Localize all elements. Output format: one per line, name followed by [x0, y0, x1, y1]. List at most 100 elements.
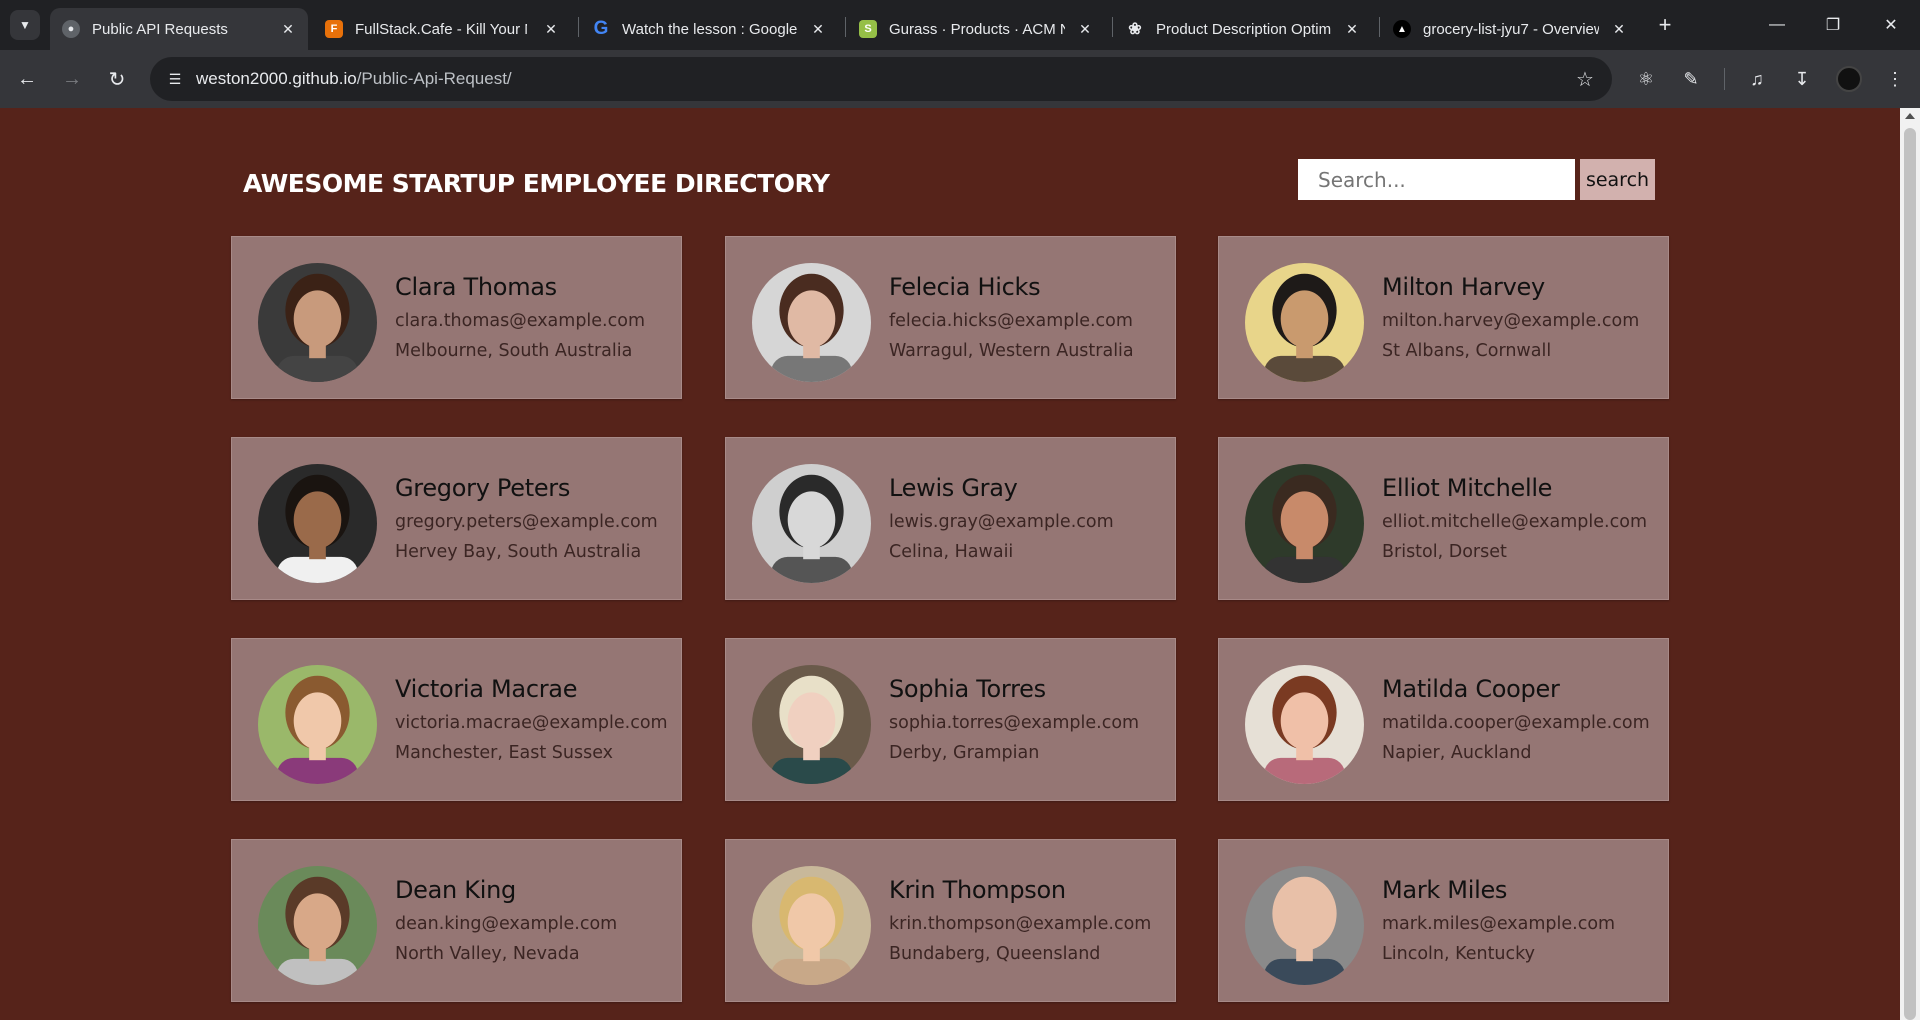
employee-email: felecia.hicks@example.com	[889, 311, 1133, 331]
avatar-shoulders	[771, 355, 852, 382]
fullstack-cafe-icon: F	[325, 20, 343, 38]
reload-icon: ↻	[108, 68, 126, 91]
download-icon[interactable]: ↧	[1787, 64, 1817, 94]
search-input[interactable]	[1298, 159, 1575, 200]
url-text[interactable]: weston2000.github.io/Public-Api-Request/	[196, 69, 512, 89]
employee-email: lewis.gray@example.com	[889, 512, 1114, 532]
tab-watch-the-lesson[interactable]: G Watch the lesson : Google ✕	[580, 8, 838, 50]
new-tab-button[interactable]: +	[1651, 11, 1679, 39]
more-menu-icon[interactable]: ⋮	[1880, 64, 1910, 94]
employee-card[interactable]: Krin Thompson krin.thompson@example.com …	[725, 839, 1176, 1002]
avatar-shoulders	[771, 556, 852, 583]
tab-separator	[578, 17, 579, 37]
employee-name: Gregory Peters	[395, 474, 571, 502]
google-icon: G	[593, 18, 609, 39]
employee-card[interactable]: Elliot Mitchelle elliot.mitchelle@exampl…	[1218, 437, 1669, 600]
avatar-portrait	[752, 464, 871, 583]
minimize-icon: —	[1769, 16, 1785, 33]
restore-button[interactable]: ❐	[1813, 10, 1853, 40]
close-icon[interactable]: ✕	[278, 19, 298, 39]
avatar-portrait	[1245, 464, 1364, 583]
employee-location: Melbourne, South Australia	[395, 341, 633, 361]
tab-separator	[1379, 17, 1380, 37]
back-button[interactable]: ←	[12, 64, 42, 94]
url-host: weston2000.github.io	[196, 69, 357, 88]
avatar	[1245, 866, 1364, 985]
tab-title: grocery-list-jyu7 - Overview	[1423, 20, 1599, 38]
profile-avatar[interactable]	[1836, 66, 1862, 92]
avatar-portrait	[752, 665, 871, 784]
minimize-button[interactable]: —	[1757, 10, 1797, 40]
tab-separator	[845, 17, 846, 37]
avatar-shoulders	[277, 355, 358, 382]
employee-card[interactable]: Felecia Hicks felecia.hicks@example.com …	[725, 236, 1176, 399]
employee-email: elliot.mitchelle@example.com	[1382, 512, 1647, 532]
site-info-icon[interactable]: ☰	[162, 66, 188, 92]
avatar-shoulders	[771, 757, 852, 784]
page-title: AWESOME STARTUP EMPLOYEE DIRECTORY	[243, 169, 830, 198]
employee-email: clara.thomas@example.com	[395, 311, 645, 331]
avatar	[752, 866, 871, 985]
toolbar-separator	[1724, 68, 1725, 90]
employee-name: Matilda Cooper	[1382, 675, 1560, 703]
employee-location: St Albans, Cornwall	[1382, 341, 1552, 361]
employee-email: krin.thompson@example.com	[889, 914, 1152, 934]
tab-product-description[interactable]: ❀ Product Description Optim ✕	[1114, 8, 1372, 50]
close-window-button[interactable]: ✕	[1871, 10, 1911, 40]
tab-title: Watch the lesson : Google	[622, 20, 798, 38]
employee-name: Sophia Torres	[889, 675, 1046, 703]
avatar-portrait	[258, 665, 377, 784]
employee-card[interactable]: Milton Harvey milton.harvey@example.com …	[1218, 236, 1669, 399]
employee-card[interactable]: Gregory Peters gregory.peters@example.co…	[231, 437, 682, 600]
scrollbar-thumb[interactable]	[1904, 128, 1916, 1020]
avatar-shoulders	[1264, 355, 1345, 382]
employee-card[interactable]: Victoria Macrae victoria.macrae@example.…	[231, 638, 682, 801]
address-bar[interactable]: ☰ weston2000.github.io/Public-Api-Reques…	[150, 57, 1612, 101]
employee-location: North Valley, Nevada	[395, 944, 580, 964]
forward-button[interactable]: →	[57, 64, 87, 94]
employee-card[interactable]: Lewis Gray lewis.gray@example.com Celina…	[725, 437, 1176, 600]
react-devtools-icon[interactable]: ⚛	[1631, 64, 1661, 94]
scroll-up-arrow-icon[interactable]	[1905, 113, 1915, 119]
employee-location: Hervey Bay, South Australia	[395, 542, 642, 562]
avatar-portrait	[258, 464, 377, 583]
browser-toolbar: ← → ↻ ☰ weston2000.github.io/Public-Api-…	[0, 50, 1920, 108]
arrow-left-icon: ←	[17, 67, 37, 90]
tab-title: Product Description Optim	[1156, 20, 1332, 38]
avatar-portrait	[1245, 665, 1364, 784]
avatar-face	[293, 290, 342, 348]
close-icon[interactable]: ✕	[808, 19, 828, 39]
employee-email: gregory.peters@example.com	[395, 512, 658, 532]
employee-card[interactable]: Dean King dean.king@example.com North Va…	[231, 839, 682, 1002]
chevron-down-icon: ▼	[19, 18, 31, 32]
employee-card[interactable]: Matilda Cooper matilda.cooper@example.co…	[1218, 638, 1669, 801]
tab-public-api-requests[interactable]: ● Public API Requests ✕	[50, 8, 308, 50]
employee-card[interactable]: Sophia Torres sophia.torres@example.com …	[725, 638, 1176, 801]
close-icon[interactable]: ✕	[1609, 19, 1629, 39]
avatar-face	[293, 893, 342, 951]
employee-card[interactable]: Clara Thomas clara.thomas@example.com Me…	[231, 236, 682, 399]
tab-gurass-products[interactable]: S Gurass · Products · ACM Ne ✕	[847, 8, 1105, 50]
extensions-icon[interactable]: ✎	[1676, 64, 1706, 94]
avatar-face	[293, 491, 342, 549]
avatar	[752, 263, 871, 382]
employee-location: Bundaberg, Queensland	[889, 944, 1101, 964]
close-icon[interactable]: ✕	[1342, 19, 1362, 39]
bookmark-star-icon[interactable]: ☆	[1572, 66, 1598, 92]
tab-fullstack-cafe[interactable]: F FullStack.Cafe - Kill Your Ne ✕	[313, 8, 571, 50]
avatar-portrait	[752, 866, 871, 985]
search-button[interactable]: search	[1580, 159, 1655, 200]
avatar	[258, 464, 377, 583]
media-controls-icon[interactable]: ♫	[1742, 64, 1772, 94]
employee-card[interactable]: Mark Miles mark.miles@example.com Lincol…	[1218, 839, 1669, 1002]
tab-search-button[interactable]: ▼	[10, 10, 40, 40]
avatar-shoulders	[277, 958, 358, 985]
employee-location: Napier, Auckland	[1382, 743, 1532, 763]
avatar	[258, 866, 377, 985]
page-scrollbar[interactable]	[1900, 108, 1920, 1020]
close-icon[interactable]: ✕	[541, 19, 561, 39]
tab-grocery-list[interactable]: ▲ grocery-list-jyu7 - Overview ✕	[1381, 8, 1639, 50]
reload-button[interactable]: ↻	[102, 64, 132, 94]
employee-location: Bristol, Dorset	[1382, 542, 1507, 562]
close-icon[interactable]: ✕	[1075, 19, 1095, 39]
